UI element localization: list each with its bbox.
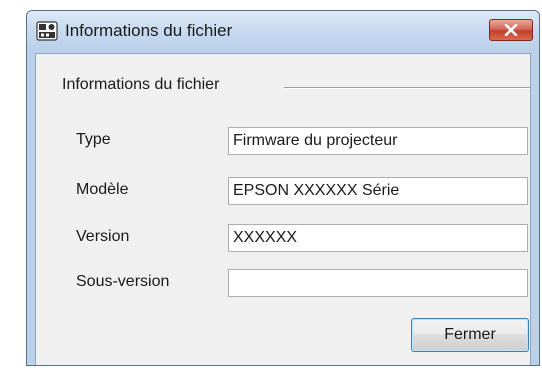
close-button[interactable]: Fermer xyxy=(411,318,529,352)
model-label: Modèle xyxy=(76,181,129,198)
close-x-icon xyxy=(504,24,518,36)
close-window-button[interactable] xyxy=(489,19,533,41)
window-title: Informations du fichier xyxy=(65,21,233,40)
title-bar[interactable]: Informations du fichier xyxy=(27,11,539,53)
file-info-window: Informations du fichier Informations du … xyxy=(26,10,540,366)
type-label: Type xyxy=(76,131,111,148)
dialog-body: Informations du fichier Type Modèle Vers… xyxy=(35,53,531,365)
version-label: Version xyxy=(76,228,130,245)
group-box-divider xyxy=(284,87,530,89)
group-box-label: Informations du fichier xyxy=(62,76,220,93)
subversion-label: Sous-version xyxy=(76,273,170,290)
type-field[interactable] xyxy=(228,127,528,155)
projector-app-icon xyxy=(36,21,58,41)
version-field[interactable] xyxy=(228,224,528,252)
model-field[interactable] xyxy=(228,177,528,205)
subversion-field[interactable] xyxy=(228,269,528,297)
